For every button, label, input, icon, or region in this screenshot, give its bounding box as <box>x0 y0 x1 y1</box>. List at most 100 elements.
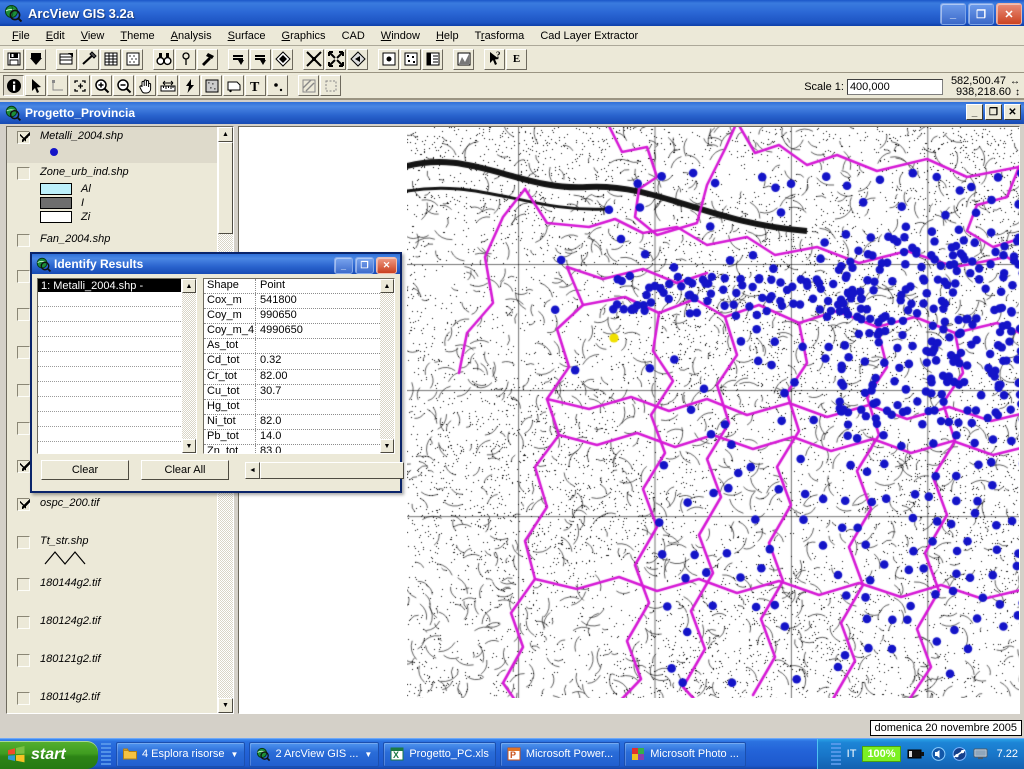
identify-empty-row[interactable] <box>38 322 181 337</box>
taskbar-button[interactable]: 2 ArcView GIS ... ▼ <box>249 741 380 767</box>
select-point-icon[interactable] <box>378 48 399 70</box>
battery-icon[interactable] <box>907 748 925 760</box>
help-pointer-icon[interactable]: ? <box>484 48 505 70</box>
toc-entry[interactable]: Zone_urb_ind.shp Al I Zi <box>7 163 219 230</box>
menu-graphics[interactable]: Graphics <box>274 28 334 44</box>
theme-checkbox[interactable] <box>17 536 30 549</box>
identify-empty-row[interactable] <box>38 427 181 442</box>
legend-panel-icon[interactable] <box>422 48 443 70</box>
menu-cad[interactable]: CAD <box>334 28 373 44</box>
scale-input[interactable]: 400,000 <box>846 79 943 95</box>
taskbar-button[interactable]: 4 Esplora risorse ▼ <box>116 741 246 767</box>
histogram-icon[interactable] <box>453 48 474 70</box>
menu-view[interactable]: View <box>73 28 113 44</box>
menu-trasforma[interactable]: Trasforma <box>467 28 533 44</box>
menu-edit[interactable]: Edit <box>38 28 73 44</box>
theme-checkbox[interactable] <box>17 346 30 359</box>
toc-entry[interactable]: Tt_str.shp <box>7 532 219 574</box>
theme-checkbox[interactable] <box>17 384 30 397</box>
toc-entry[interactable]: 180121g2.tif <box>7 650 219 688</box>
measure-icon[interactable] <box>157 75 178 96</box>
zoom-rectangle-icon[interactable] <box>69 75 90 96</box>
select-features-using-icon[interactable] <box>228 48 249 70</box>
select-all-graphics-icon[interactable] <box>400 48 421 70</box>
menu-surface[interactable]: Surface <box>220 28 274 44</box>
identify-field-table[interactable]: Shape Point Cox_m 541800 Coy_m 990650 Coy_m_4 4… <box>203 278 395 454</box>
network-icon[interactable] <box>952 747 967 761</box>
theme-checkbox[interactable] <box>17 654 30 667</box>
toc-scroll-up-button[interactable]: ▲ <box>218 127 233 142</box>
menu-analysis[interactable]: Analysis <box>163 28 220 44</box>
identify-empty-row[interactable] <box>38 397 181 412</box>
start-button[interactable]: start <box>0 740 98 769</box>
minimize-button[interactable]: _ <box>940 3 966 25</box>
chevron-down-icon[interactable]: ▼ <box>231 750 239 759</box>
taskbar-grip[interactable] <box>101 743 111 765</box>
extension-e-icon[interactable]: E <box>506 48 527 70</box>
record-scroll-track[interactable] <box>182 293 196 439</box>
record-scroll-down-button[interactable]: ▼ <box>182 439 196 453</box>
identify-record-list[interactable]: 1: Metalli_2004.shp - ▲ ▼ <box>37 278 197 454</box>
text-tool-icon[interactable]: T <box>245 75 266 96</box>
pointer-select-icon[interactable] <box>25 75 46 96</box>
theme-checkbox[interactable] <box>17 578 30 591</box>
taskbar-button[interactable]: Microsoft Photo ... <box>624 741 746 767</box>
identify-maximize-button[interactable]: ❐ <box>355 257 374 274</box>
find-binoculars-icon[interactable] <box>153 48 174 70</box>
maximize-button[interactable]: ❐ <box>968 3 994 25</box>
theme-checkbox[interactable] <box>17 234 30 247</box>
theme-checkbox[interactable] <box>17 270 30 283</box>
identify-empty-row[interactable] <box>38 337 181 352</box>
hscroll-left-button[interactable]: ◄ <box>245 461 260 479</box>
theme-checkbox[interactable] <box>17 498 30 511</box>
language-indicator[interactable]: IT <box>847 748 857 760</box>
menu-help[interactable]: Help <box>428 28 467 44</box>
clip-themes-icon[interactable] <box>250 48 271 70</box>
tray-grip[interactable] <box>830 743 841 765</box>
toc-entry[interactable]: Metalli_2004.shp <box>7 127 219 163</box>
field-scroll-down-button[interactable]: ▼ <box>380 439 394 453</box>
toc-entry[interactable]: 180124g2.tif <box>7 612 219 650</box>
theme-checkbox[interactable] <box>17 131 30 144</box>
theme-checkbox[interactable] <box>17 460 30 473</box>
draw-rect-icon[interactable] <box>320 75 341 96</box>
toc-scroll-thumb[interactable] <box>218 142 233 234</box>
zoom-to-selected-icon[interactable] <box>303 48 324 70</box>
toc-entry[interactable]: 180114g2.tif <box>7 688 219 713</box>
theme-checkbox[interactable] <box>17 167 30 180</box>
identify-horizontal-scrollbar[interactable]: ◄ ► <box>245 460 404 480</box>
taskbar-button[interactable]: P Microsoft Power... <box>499 741 621 767</box>
identify-close-button[interactable]: ✕ <box>376 257 397 274</box>
add-theme-icon[interactable] <box>25 48 46 70</box>
zoom-previous-icon[interactable] <box>347 48 368 70</box>
toc-entry[interactable]: ospc_200.tif <box>7 494 219 532</box>
vertex-edit-icon[interactable] <box>47 75 68 96</box>
record-list-scrollbar[interactable]: ▲ ▼ <box>182 279 196 453</box>
display-icon[interactable] <box>973 747 988 761</box>
identify-empty-row[interactable] <box>38 292 181 307</box>
view-close-button[interactable]: ✕ <box>1004 104 1021 120</box>
zoom-in-icon[interactable] <box>91 75 112 96</box>
locate-address-icon[interactable] <box>175 48 196 70</box>
identify-minimize-button[interactable]: _ <box>334 257 353 274</box>
identify-empty-row[interactable] <box>38 412 181 427</box>
identify-empty-row[interactable] <box>38 382 181 397</box>
clear-all-button[interactable]: Clear All <box>141 460 229 480</box>
map-canvas[interactable] <box>407 127 1019 698</box>
query-builder-icon[interactable] <box>122 48 143 70</box>
zoom-badge[interactable]: 100% <box>862 746 901 762</box>
view-maximize-button[interactable]: ❐ <box>985 104 1002 120</box>
save-project-icon[interactable] <box>3 48 24 70</box>
hatch-tool-icon[interactable] <box>298 75 319 96</box>
taskbar-clock[interactable]: 7.22 <box>997 748 1018 760</box>
menu-window[interactable]: Window <box>373 28 428 44</box>
open-table-icon[interactable] <box>100 48 121 70</box>
toc-entry[interactable]: 180144g2.tif <box>7 574 219 612</box>
theme-checkbox[interactable] <box>17 422 30 435</box>
identify-empty-row[interactable] <box>38 352 181 367</box>
zoom-out-icon[interactable] <box>113 75 134 96</box>
close-button[interactable]: ✕ <box>996 3 1022 25</box>
identify-results-dialog[interactable]: Identify Results _ ❐ ✕ 1: Metalli_2004.s… <box>30 252 404 493</box>
label-icon[interactable] <box>223 75 244 96</box>
theme-checkbox[interactable] <box>17 692 30 705</box>
